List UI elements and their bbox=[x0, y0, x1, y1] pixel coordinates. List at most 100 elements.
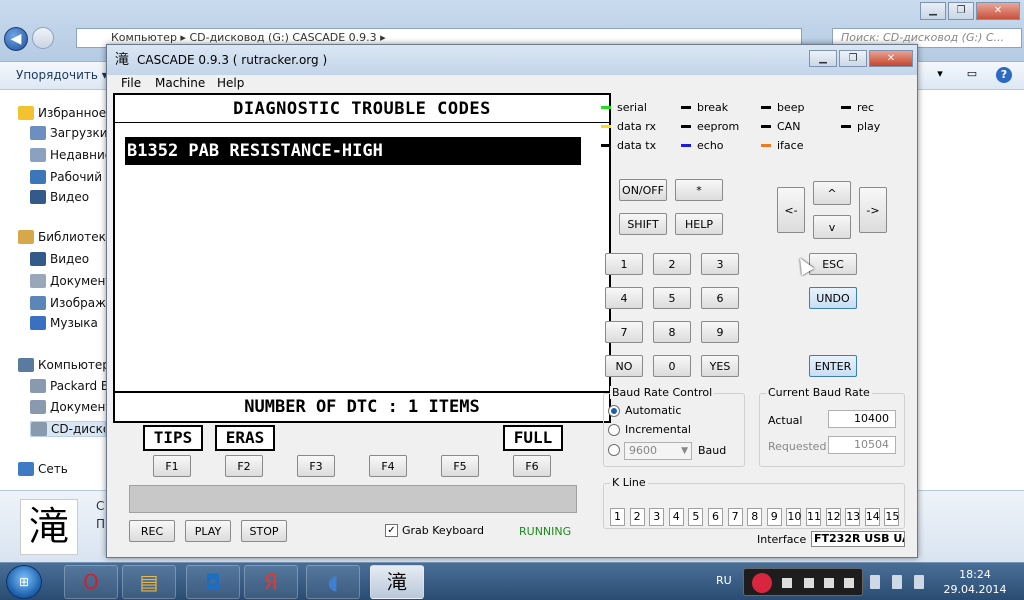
current-baud-rate-group: Current Baud Rate Actual 10400 Requested… bbox=[759, 386, 905, 467]
sidebar-item[interactable]: Музыка bbox=[30, 316, 106, 330]
close-button[interactable]: ✕ bbox=[976, 2, 1020, 20]
menu-file[interactable]: File bbox=[121, 76, 141, 90]
digit-9-button[interactable]: 9 bbox=[701, 321, 739, 343]
window-icon[interactable] bbox=[844, 578, 854, 588]
softkey-label-eras: ERAS bbox=[215, 425, 275, 451]
network-tray-icon[interactable] bbox=[914, 575, 924, 589]
clock[interactable]: 18:24 29.04.2014 bbox=[940, 567, 1010, 597]
taskbar-app-sound[interactable]: ◖ bbox=[306, 565, 360, 599]
grab-keyboard-checkbox[interactable]: ✓ Grab Keyboard bbox=[385, 524, 484, 537]
f3-button[interactable]: F3 bbox=[297, 455, 335, 477]
flag-icon[interactable] bbox=[870, 575, 880, 589]
radio-dot[interactable] bbox=[608, 423, 620, 436]
sidebar-item[interactable]: Избранное bbox=[18, 106, 106, 120]
menu-help[interactable]: Help bbox=[217, 76, 244, 90]
sidebar-item[interactable]: CD-диско bbox=[30, 421, 106, 437]
digit-7-button[interactable]: 7 bbox=[605, 321, 643, 343]
baud-select-value: 9600 bbox=[629, 444, 657, 457]
undo-button[interactable]: UNDO bbox=[809, 287, 857, 309]
no-button[interactable]: NO bbox=[605, 355, 643, 377]
dtc-selected-row[interactable]: B1352 PAB RESISTANCE-HIGH bbox=[125, 137, 581, 165]
taskbar-app-explorer[interactable]: ▤ bbox=[122, 565, 176, 599]
taskbar-app-cascade[interactable]: 滝 bbox=[370, 565, 424, 599]
close-button[interactable]: ✕ bbox=[869, 50, 913, 67]
sidebar-item[interactable]: Видео bbox=[30, 252, 106, 266]
f5-button[interactable]: F5 bbox=[441, 455, 479, 477]
stop-button[interactable]: STOP bbox=[241, 520, 287, 542]
f2-button[interactable]: F2 bbox=[225, 455, 263, 477]
digit-4-button[interactable]: 4 bbox=[605, 287, 643, 309]
indicator-led-icon bbox=[681, 144, 691, 147]
sidebar-item-label: Загрузки bbox=[50, 126, 106, 140]
taskbar-app-app-blue[interactable]: ◘ bbox=[186, 565, 240, 599]
esc-button[interactable]: ESC bbox=[809, 253, 857, 275]
down-arrow-button[interactable]: v bbox=[813, 215, 851, 239]
f1-button[interactable]: F1 bbox=[153, 455, 191, 477]
organize-menu[interactable]: Упорядочить ▾ bbox=[16, 68, 108, 82]
battery-icon[interactable] bbox=[892, 575, 902, 589]
sidebar-item-label: Документ bbox=[50, 400, 106, 414]
sidebar-item[interactable]: Packard B bbox=[30, 379, 106, 393]
fixed-baud-radio[interactable] bbox=[608, 444, 620, 456]
digit-3-button[interactable]: 3 bbox=[701, 253, 739, 275]
help-button[interactable]: HELP bbox=[675, 213, 723, 235]
view-options-icon[interactable]: ▾ bbox=[932, 67, 948, 83]
minimize-button[interactable]: ▁ bbox=[809, 50, 837, 67]
sidebar-item[interactable]: Изображе bbox=[30, 296, 106, 310]
sidebar-item[interactable]: Документ bbox=[30, 400, 106, 414]
taskbar-app-yandex[interactable]: Я bbox=[244, 565, 298, 599]
baud-select[interactable]: 9600 ▼ bbox=[624, 442, 692, 460]
preview-pane-icon[interactable]: ▭ bbox=[964, 67, 980, 83]
digit-5-button[interactable]: 5 bbox=[653, 287, 691, 309]
checkbox-box[interactable]: ✓ bbox=[385, 524, 398, 537]
right-arrow-button[interactable]: -> bbox=[859, 187, 887, 233]
taskbar-app-opera[interactable]: O bbox=[64, 565, 118, 599]
sidebar-item[interactable]: Недавние bbox=[30, 148, 106, 162]
enter-button[interactable]: ENTER bbox=[809, 355, 857, 377]
sidebar-item[interactable]: Сеть bbox=[18, 462, 106, 476]
cascade-titlebar[interactable]: 滝 CASCADE 0.9.3 ( rutracker.org ) ▁ ❐ ✕ bbox=[107, 45, 917, 75]
f6-button[interactable]: F6 bbox=[513, 455, 551, 477]
language-indicator[interactable]: RU bbox=[716, 574, 732, 587]
rec-button[interactable]: REC bbox=[129, 520, 175, 542]
radio-dot[interactable] bbox=[608, 444, 620, 456]
back-arrow-icon[interactable]: ◀ bbox=[4, 27, 28, 51]
menu-machine[interactable]: Machine bbox=[155, 76, 205, 90]
sidebar-item[interactable]: Загрузки bbox=[30, 126, 106, 140]
start-button[interactable]: ⊞ bbox=[6, 565, 42, 599]
automatic-radio[interactable]: Automatic bbox=[608, 404, 681, 417]
help-icon[interactable]: ? bbox=[996, 67, 1012, 83]
record-pause-icon[interactable] bbox=[752, 573, 772, 593]
sidebar-item[interactable]: Видео bbox=[30, 190, 106, 204]
up-arrow-button[interactable]: ^ bbox=[813, 181, 851, 205]
maximize-button[interactable]: ❐ bbox=[839, 50, 867, 67]
camera-icon[interactable] bbox=[804, 578, 814, 588]
sidebar-item[interactable]: Рабочий с bbox=[30, 170, 106, 184]
incremental-radio[interactable]: Incremental bbox=[608, 423, 691, 436]
digit-6-button[interactable]: 6 bbox=[701, 287, 739, 309]
radio-dot[interactable] bbox=[608, 404, 620, 417]
sidebar-item[interactable]: Компьютер bbox=[18, 358, 106, 372]
zero-button[interactable]: 0 bbox=[653, 355, 691, 377]
digit-8-button[interactable]: 8 bbox=[653, 321, 691, 343]
play-button[interactable]: PLAY bbox=[185, 520, 231, 542]
sidebar-item[interactable]: Документ bbox=[30, 274, 106, 288]
sidebar-item-label: Библиотеки bbox=[38, 230, 106, 244]
settings-icon[interactable] bbox=[824, 578, 834, 588]
stop-icon[interactable] bbox=[782, 578, 792, 588]
indicator-break: break bbox=[681, 101, 728, 114]
yes-button[interactable]: YES bbox=[701, 355, 739, 377]
shift-button[interactable]: SHIFT bbox=[619, 213, 667, 235]
left-arrow-button[interactable]: <- bbox=[777, 187, 805, 233]
f4-button[interactable]: F4 bbox=[369, 455, 407, 477]
maximize-button[interactable]: ❐ bbox=[948, 2, 974, 20]
star-button[interactable]: * bbox=[675, 179, 723, 201]
digit-2-button[interactable]: 2 bbox=[653, 253, 691, 275]
forward-arrow-icon[interactable] bbox=[32, 27, 54, 49]
digit-1-button[interactable]: 1 bbox=[605, 253, 643, 275]
recorder-toolbar[interactable] bbox=[743, 568, 863, 596]
sidebar-item-label: Рабочий с bbox=[50, 170, 106, 184]
sidebar-item[interactable]: Библиотеки bbox=[18, 230, 106, 244]
onoff-button[interactable]: ON/OFF bbox=[619, 179, 667, 201]
minimize-button[interactable]: ▁ bbox=[920, 2, 946, 20]
